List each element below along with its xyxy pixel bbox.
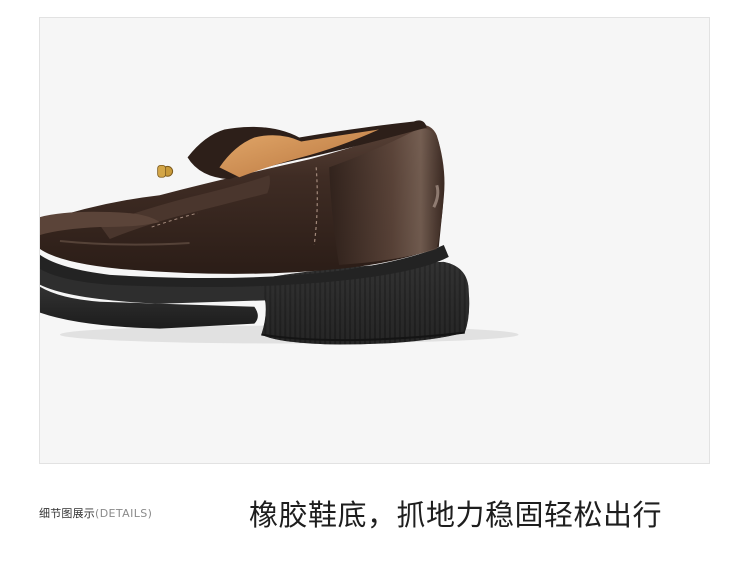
section-label-zh: 细节图展示: [39, 507, 95, 520]
detail-caption: 橡胶鞋底，抓地力稳固轻松出行: [249, 498, 663, 532]
product-detail-photo-frame: [39, 17, 710, 464]
section-label-en: (DETAILS): [95, 507, 153, 520]
loafer-shoe-photo: [40, 120, 519, 345]
section-label: 细节图展示(DETAILS): [39, 505, 152, 521]
detail-footer: 细节图展示(DETAILS) 橡胶鞋底，抓地力稳固轻松出行: [0, 478, 750, 548]
